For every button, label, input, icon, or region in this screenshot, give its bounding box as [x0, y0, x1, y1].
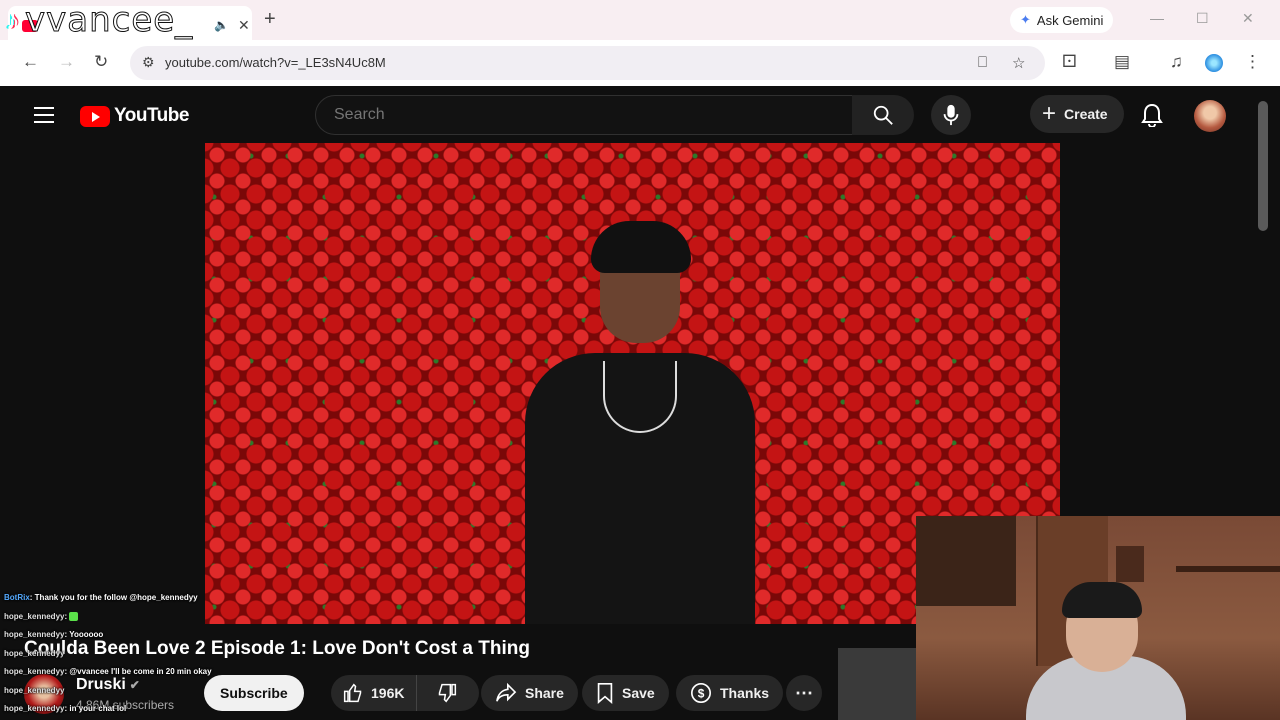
like-button[interactable]: 196K [331, 675, 418, 711]
ask-gemini-button[interactable]: ✦ Ask Gemini [1010, 7, 1114, 33]
tiktok-icon: ♪ [6, 4, 19, 35]
share-icon [496, 683, 517, 702]
share-label: Share [525, 685, 564, 701]
chat-username: hope_kennedyy [4, 648, 65, 658]
browser-toolbar: ← → ↻ ⚙ youtube.com/watch?v=_LE3sN4Uc8M … [0, 40, 1280, 86]
tab-audio-icon[interactable]: 🔈 [214, 18, 229, 32]
like-count: 196K [371, 685, 405, 701]
chat-username: BotRix [4, 593, 30, 602]
dislike-icon [439, 683, 457, 703]
create-button[interactable]: + Create [1030, 95, 1124, 133]
forward-icon[interactable]: → [58, 52, 75, 72]
like-dislike-group: 196K [331, 675, 479, 711]
profile-icon[interactable] [1205, 54, 1223, 72]
chat-username: hope_kennedyy [4, 630, 65, 639]
like-icon [343, 683, 362, 703]
close-window-icon[interactable]: ✕ [1242, 10, 1254, 27]
back-icon[interactable]: ← [22, 52, 39, 72]
chat-emote-icon [69, 611, 79, 621]
search-icon [873, 105, 893, 125]
more-actions-button[interactable]: ⋯ [786, 675, 822, 711]
account-avatar[interactable] [1194, 100, 1226, 132]
bookmark-star-icon[interactable]: ☆ [1012, 54, 1025, 72]
chat-message: hope_kennedyy: in your chat lol [4, 704, 127, 713]
youtube-logo[interactable]: YouTube [80, 105, 189, 127]
chat-message: hope_kennedyy [4, 682, 304, 701]
url-text[interactable]: youtube.com/watch?v=_LE3sN4Uc8M [165, 55, 386, 70]
chat-message: hope_kennedyy: @vvancee I'll be come in … [4, 667, 212, 676]
chat-username: hope_kennedyy [4, 611, 65, 621]
tab-close-icon[interactable]: ✕ [238, 17, 250, 34]
minimize-icon[interactable]: — [1150, 10, 1164, 26]
menu-icon[interactable] [34, 107, 54, 128]
chat-text: in your chat lol [69, 704, 127, 713]
tab-search-icon[interactable]: ▤ [1114, 52, 1130, 72]
youtube-play-icon [80, 105, 110, 127]
thanks-button[interactable]: $ Thanks [676, 675, 784, 711]
ask-gemini-label: Ask Gemini [1036, 12, 1104, 28]
share-button[interactable]: Share [481, 675, 578, 711]
streamer-name: vvancee_ [24, 0, 194, 41]
save-button[interactable]: Save [582, 675, 669, 711]
chat-message: hope_kennedyy: [4, 608, 304, 627]
save-icon [597, 683, 613, 704]
new-tab-button[interactable]: + [264, 8, 276, 31]
video-frame-person [495, 203, 775, 624]
plus-icon: + [1042, 100, 1057, 127]
bell-icon[interactable] [1141, 103, 1163, 127]
recommended-thumbnail[interactable] [838, 648, 918, 720]
chat-text: Thank you for the follow @hope_kennedyy [34, 593, 198, 602]
stream-chat-overlay: BotRix: Thank you for the follow @hope_k… [4, 589, 304, 719]
dislike-button[interactable] [425, 675, 469, 711]
chat-username: hope_kennedyy [4, 685, 65, 695]
voice-search-button[interactable] [931, 95, 971, 135]
chat-username: hope_kennedyy [4, 704, 65, 713]
save-label: Save [622, 685, 655, 701]
svg-text:$: $ [698, 687, 705, 701]
chat-username: hope_kennedyy [4, 667, 65, 676]
search-button[interactable] [852, 95, 914, 135]
chat-text: Yoooooo [69, 630, 104, 639]
thanks-icon: $ [691, 683, 711, 703]
media-controls-icon[interactable]: ♫ [1170, 52, 1183, 72]
chat-message: hope_kennedyy [4, 645, 304, 664]
youtube-logo-text: YouTube [114, 105, 189, 126]
chat-message: hope_kennedyy: Yoooooo [4, 630, 104, 639]
youtube-masthead: YouTube + Create [0, 87, 1280, 143]
streamer-webcam [916, 516, 1280, 720]
address-bar[interactable]: ⚙ youtube.com/watch?v=_LE3sN4Uc8M ⎕ ☆ [130, 46, 1045, 80]
more-icon: ⋯ [795, 682, 813, 703]
maximize-icon[interactable]: ☐ [1196, 10, 1209, 27]
create-label: Create [1064, 106, 1108, 122]
mic-icon [943, 104, 959, 126]
search-input[interactable] [332, 105, 836, 125]
thanks-label: Thanks [720, 685, 770, 701]
chat-message: BotRix: Thank you for the follow @hope_k… [4, 593, 198, 602]
browser-menu-icon[interactable]: ⋮ [1244, 52, 1261, 72]
stream-overlay-brand: ♪ vvancee_ [6, 0, 194, 41]
chat-text: @vvancee I'll be come in 20 min okay [69, 667, 212, 676]
search-box[interactable] [315, 95, 853, 135]
gemini-icon: ✦ [1020, 12, 1031, 27]
site-info-icon[interactable]: ⚙ [142, 54, 155, 71]
install-app-icon[interactable]: ⎕ [978, 54, 987, 71]
page-scrollbar[interactable] [1258, 101, 1268, 231]
extensions-icon[interactable]: ⚀ [1062, 52, 1077, 72]
reload-icon[interactable]: ↻ [94, 52, 108, 72]
